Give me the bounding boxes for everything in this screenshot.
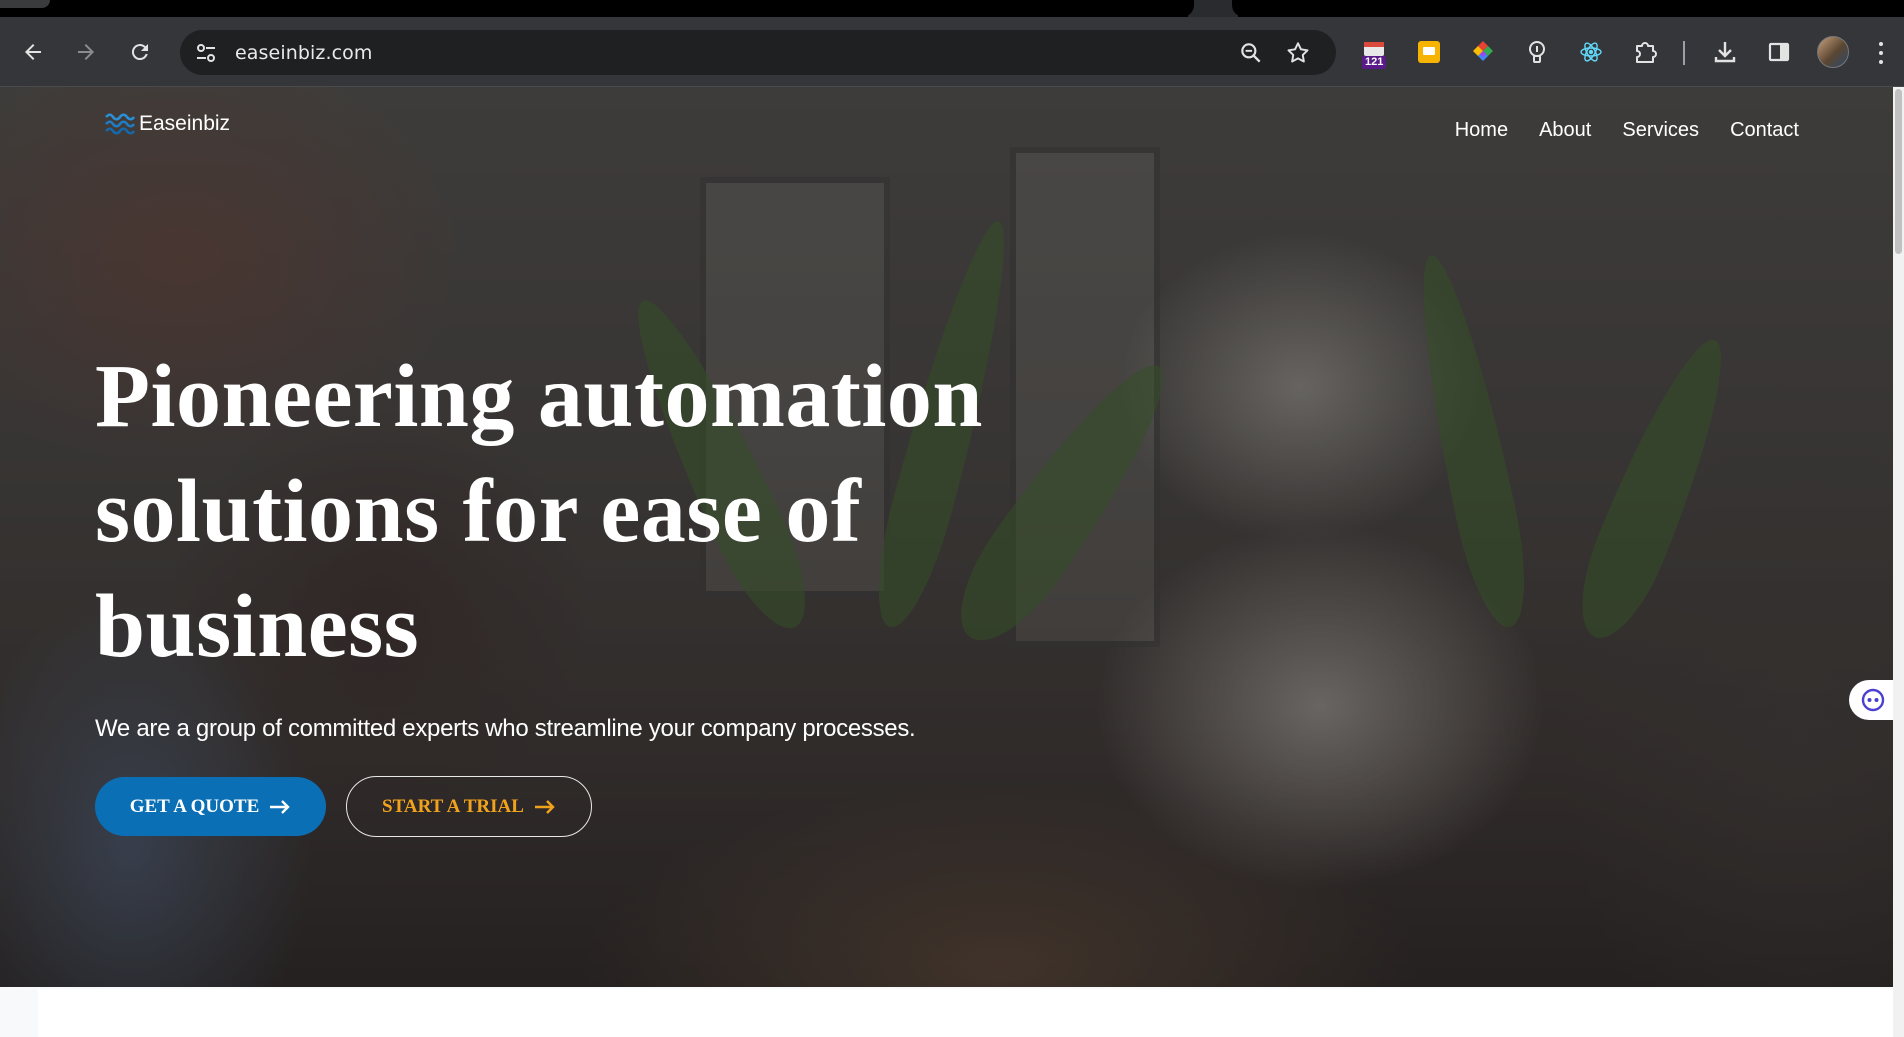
reload-icon	[131, 44, 148, 61]
start-trial-label: START A TRIAL	[382, 795, 524, 817]
browser-menu-button[interactable]	[1873, 39, 1889, 67]
menu-dot	[1879, 60, 1883, 65]
arrow-right-icon	[270, 799, 290, 814]
site-settings-icon[interactable]	[194, 41, 218, 65]
react-devtools-button[interactable]	[1576, 37, 1606, 67]
color-picker-extension-button[interactable]	[1468, 37, 1498, 67]
url-text[interactable]: easeinbiz.com	[235, 42, 372, 64]
profile-avatar[interactable]	[1817, 36, 1849, 68]
side-panel-button[interactable]	[1764, 37, 1794, 67]
site-logo[interactable]: Easeinbiz	[104, 111, 230, 137]
hero-title: Pioneering automation solutions for ease…	[95, 339, 1095, 684]
menu-dot	[1879, 50, 1883, 55]
hero-section: Easeinbiz Home About Services Contact Pi…	[0, 87, 1893, 987]
bookmark-star-icon[interactable]	[1285, 40, 1311, 66]
calendar-extension-button[interactable]: 121	[1359, 37, 1389, 69]
react-devtools-icon	[1580, 42, 1602, 62]
arrow-left-icon	[25, 44, 41, 60]
logo-text: Easeinbiz	[139, 112, 231, 135]
nav-about[interactable]: About	[1539, 119, 1591, 142]
hero-title-line: business	[95, 577, 420, 676]
page-scrollbar[interactable]	[1893, 87, 1904, 1037]
get-quote-label: GET A QUOTE	[129, 795, 260, 817]
sticky-note-extension-button[interactable]	[1414, 37, 1444, 67]
scrollbar-thumb[interactable]	[1895, 89, 1902, 254]
site-header: Easeinbiz Home About Services Contact	[0, 87, 1893, 177]
sticky-note-extension-icon	[1418, 41, 1440, 63]
chat-bot-icon	[1861, 688, 1885, 712]
reload-button[interactable]	[122, 34, 158, 70]
lightbulb-extension-button[interactable]	[1522, 37, 1552, 67]
get-quote-button[interactable]: GET A QUOTE	[95, 777, 326, 836]
nav-home[interactable]: Home	[1455, 119, 1508, 142]
download-icon	[1714, 42, 1736, 63]
waves-logo-icon	[105, 113, 136, 135]
start-trial-button[interactable]: START A TRIAL	[346, 776, 592, 837]
hero-subtitle: We are a group of committed experts who …	[95, 715, 916, 742]
hero-title-line: Pioneering automation	[95, 347, 983, 446]
extensions-button[interactable]	[1630, 37, 1660, 67]
arrow-right-icon	[534, 799, 555, 814]
downloads-button[interactable]	[1710, 37, 1740, 67]
back-button[interactable]	[15, 34, 51, 70]
address-bar[interactable]: easeinbiz.com	[180, 30, 1336, 75]
main-nav: Home About Services Contact	[1455, 119, 1799, 142]
lightbulb-extension-icon	[1529, 41, 1545, 63]
toolbar-divider	[1683, 41, 1685, 65]
active-tab-edge	[1188, 0, 1238, 17]
calendar-badge: 121	[1362, 56, 1387, 69]
hero-title-line: solutions for ease of	[95, 462, 862, 561]
zoom-icon[interactable]	[1238, 40, 1264, 66]
browser-tabstrip	[0, 0, 1904, 17]
forward-button[interactable]	[68, 34, 104, 70]
menu-dot	[1879, 41, 1883, 46]
color-picker-extension-icon	[1473, 41, 1493, 61]
browser-toolbar: easeinbiz.com 121	[0, 17, 1904, 87]
nav-services[interactable]: Services	[1622, 119, 1699, 142]
extensions-puzzle-icon	[1636, 42, 1657, 63]
content-card	[38, 989, 1893, 1037]
side-panel-icon	[1768, 42, 1790, 62]
arrow-right-icon	[78, 44, 94, 60]
browser-tab[interactable]	[0, 0, 50, 8]
chat-widget-button[interactable]	[1849, 680, 1893, 720]
nav-contact[interactable]: Contact	[1730, 119, 1799, 142]
page-viewport: Easeinbiz Home About Services Contact Pi…	[0, 87, 1904, 1037]
